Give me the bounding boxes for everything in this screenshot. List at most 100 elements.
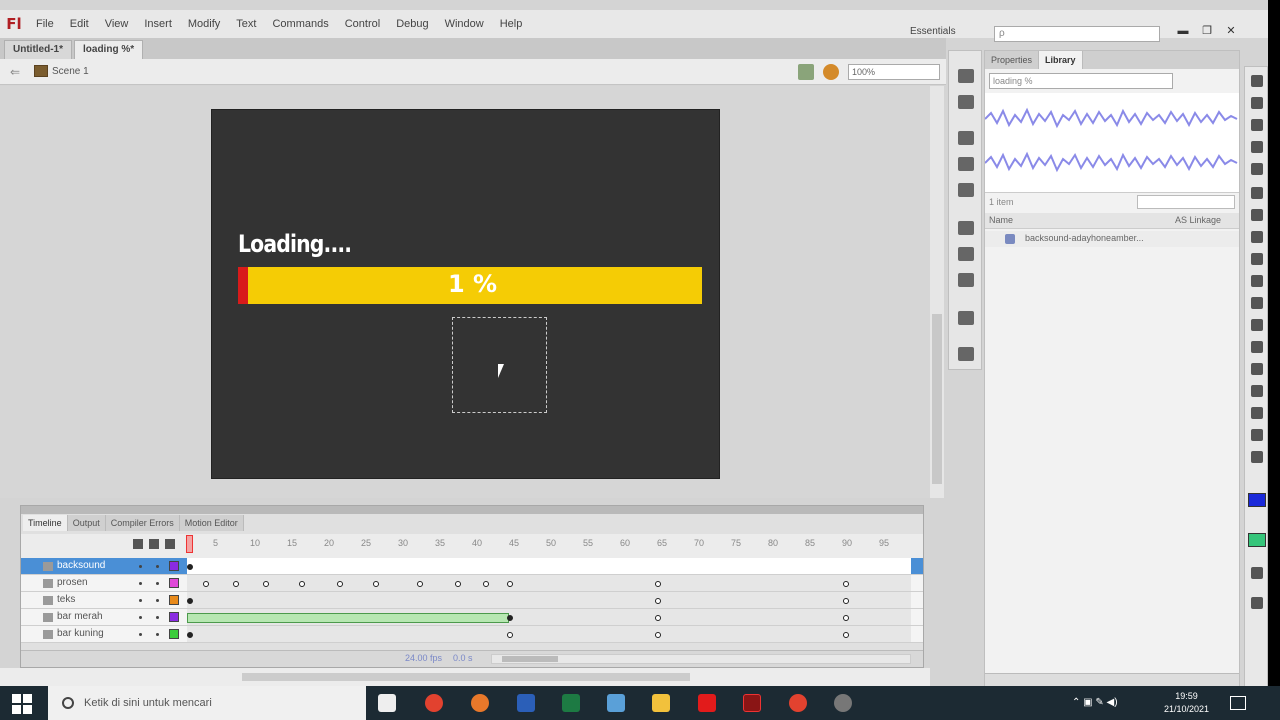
scroll-thumb[interactable]	[502, 656, 558, 662]
menu-text[interactable]: Text	[228, 10, 264, 38]
visibility-dot[interactable]	[139, 565, 142, 568]
percent-text[interactable]: 1 %	[448, 270, 497, 298]
visibility-dot[interactable]	[139, 633, 142, 636]
edit-scene-icon[interactable]	[823, 64, 839, 80]
layer-frames[interactable]	[187, 575, 911, 591]
close-button[interactable]: ✕	[1220, 22, 1242, 40]
swatches-icon[interactable]	[958, 95, 974, 109]
lock-dot[interactable]	[156, 565, 159, 568]
keyframe[interactable]	[337, 581, 343, 587]
layer-name[interactable]: bar merah	[57, 611, 103, 622]
clock[interactable]: 19:59 21/10/2021	[1164, 690, 1209, 716]
layer-frames[interactable]	[187, 609, 911, 625]
keyframe[interactable]	[187, 632, 193, 638]
scene-label[interactable]: Scene 1	[52, 66, 89, 77]
chrome-icon[interactable]	[425, 694, 443, 712]
layer-color[interactable]	[169, 561, 179, 571]
keyframe[interactable]	[203, 581, 209, 587]
lock-dot[interactable]	[156, 582, 159, 585]
brush-tool-icon[interactable]	[1251, 297, 1263, 309]
align-icon[interactable]	[958, 131, 974, 145]
menu-view[interactable]: View	[97, 10, 137, 38]
free-transform-tool-icon[interactable]	[1251, 119, 1263, 131]
zoom-select[interactable]: 100%	[848, 64, 940, 80]
workspace-switcher[interactable]: Essentials	[910, 26, 956, 37]
keyframe[interactable]	[263, 581, 269, 587]
rectangle-tool-icon[interactable]	[1251, 253, 1263, 265]
info-icon[interactable]	[958, 157, 974, 171]
zoom-tool-icon[interactable]	[1251, 451, 1263, 463]
stroke-color-swatch[interactable]	[1248, 493, 1266, 507]
keyframe[interactable]	[455, 581, 461, 587]
stage-vertical-scrollbar[interactable]	[930, 86, 944, 498]
transform-icon[interactable]	[958, 183, 974, 197]
line-tool-icon[interactable]	[1251, 231, 1263, 243]
menu-window[interactable]: Window	[437, 10, 492, 38]
menu-insert[interactable]: Insert	[136, 10, 180, 38]
file-explorer-icon[interactable]	[652, 694, 670, 712]
windows-start-icon[interactable]	[12, 694, 32, 714]
menu-modify[interactable]: Modify	[180, 10, 228, 38]
tab-untitled-1[interactable]: Untitled-1*	[4, 40, 72, 59]
smooth-icon[interactable]	[1251, 597, 1263, 609]
keyframe[interactable]	[507, 581, 513, 587]
layer-name[interactable]: prosen	[57, 577, 88, 588]
visibility-dot[interactable]	[139, 616, 142, 619]
lock-dot[interactable]	[156, 633, 159, 636]
tab-compiler-errors[interactable]: Compiler Errors	[105, 515, 180, 531]
layer-color[interactable]	[169, 578, 179, 588]
layer-color[interactable]	[169, 595, 179, 605]
menu-debug[interactable]: Debug	[388, 10, 436, 38]
components-icon[interactable]	[958, 247, 974, 261]
notification-icon[interactable]	[1230, 696, 1246, 710]
pen-tool-icon[interactable]	[1251, 187, 1263, 199]
flash-taskbar-icon[interactable]	[743, 694, 761, 712]
keyframe[interactable]	[655, 581, 661, 587]
keyframe[interactable]	[843, 632, 849, 638]
menu-commands[interactable]: Commands	[264, 10, 336, 38]
scroll-thumb[interactable]	[932, 314, 942, 484]
frame-ruler[interactable]: 5 10 15 20 25 30 35 40 45 50 55 60 65 70…	[187, 534, 911, 558]
fps-readout[interactable]: 24.00 fps	[405, 653, 442, 663]
text-tool-icon[interactable]	[1251, 209, 1263, 221]
selection-tool-icon[interactable]	[1251, 75, 1263, 87]
lasso-tool-icon[interactable]	[1251, 163, 1263, 175]
keyframe[interactable]	[417, 581, 423, 587]
menu-help[interactable]: Help	[492, 10, 531, 38]
keyframe[interactable]	[299, 581, 305, 587]
layer-row-bar-merah[interactable]: bar merah	[21, 609, 923, 626]
layer-color[interactable]	[169, 629, 179, 639]
keyframe[interactable]	[655, 615, 661, 621]
shape-tween[interactable]	[187, 613, 509, 623]
layer-frames[interactable]	[187, 558, 911, 574]
layer-row-bar-kuning[interactable]: bar kuning	[21, 626, 923, 643]
library-item[interactable]: backsound-adayhoneamber...	[985, 231, 1239, 247]
keyframe[interactable]	[507, 632, 513, 638]
keyframe[interactable]	[373, 581, 379, 587]
visibility-dot[interactable]	[139, 582, 142, 585]
bar-merah[interactable]	[238, 267, 248, 304]
keyframe[interactable]	[187, 564, 193, 570]
obs-icon[interactable]	[834, 694, 852, 712]
chrome-icon[interactable]	[789, 694, 807, 712]
restore-button[interactable]: ❐	[1196, 22, 1218, 40]
system-tray-icons[interactable]: ⌃ ▣ ✎ ◀)	[1072, 697, 1118, 708]
lock-dot[interactable]	[156, 599, 159, 602]
keyframe[interactable]	[843, 598, 849, 604]
actions-icon[interactable]	[958, 311, 974, 325]
column-as-linkage[interactable]: AS Linkage	[1175, 215, 1221, 225]
tab-motion-editor[interactable]: Motion Editor	[179, 515, 244, 531]
layer-row-prosen[interactable]: prosen	[21, 575, 923, 592]
layer-frames[interactable]	[187, 626, 911, 642]
back-arrow-icon[interactable]: ⇐	[10, 65, 20, 79]
layer-row-teks[interactable]: teks	[21, 592, 923, 609]
color-icon[interactable]	[958, 69, 974, 83]
pencil-tool-icon[interactable]	[1251, 275, 1263, 287]
tab-loading[interactable]: loading %*	[74, 40, 144, 59]
edit-symbols-icon[interactable]	[798, 64, 814, 80]
menu-edit[interactable]: Edit	[62, 10, 97, 38]
paint-icon[interactable]	[607, 694, 625, 712]
library-document-select[interactable]: loading %	[989, 73, 1173, 89]
hand-tool-icon[interactable]	[1251, 429, 1263, 441]
panel-grip[interactable]	[21, 506, 923, 514]
